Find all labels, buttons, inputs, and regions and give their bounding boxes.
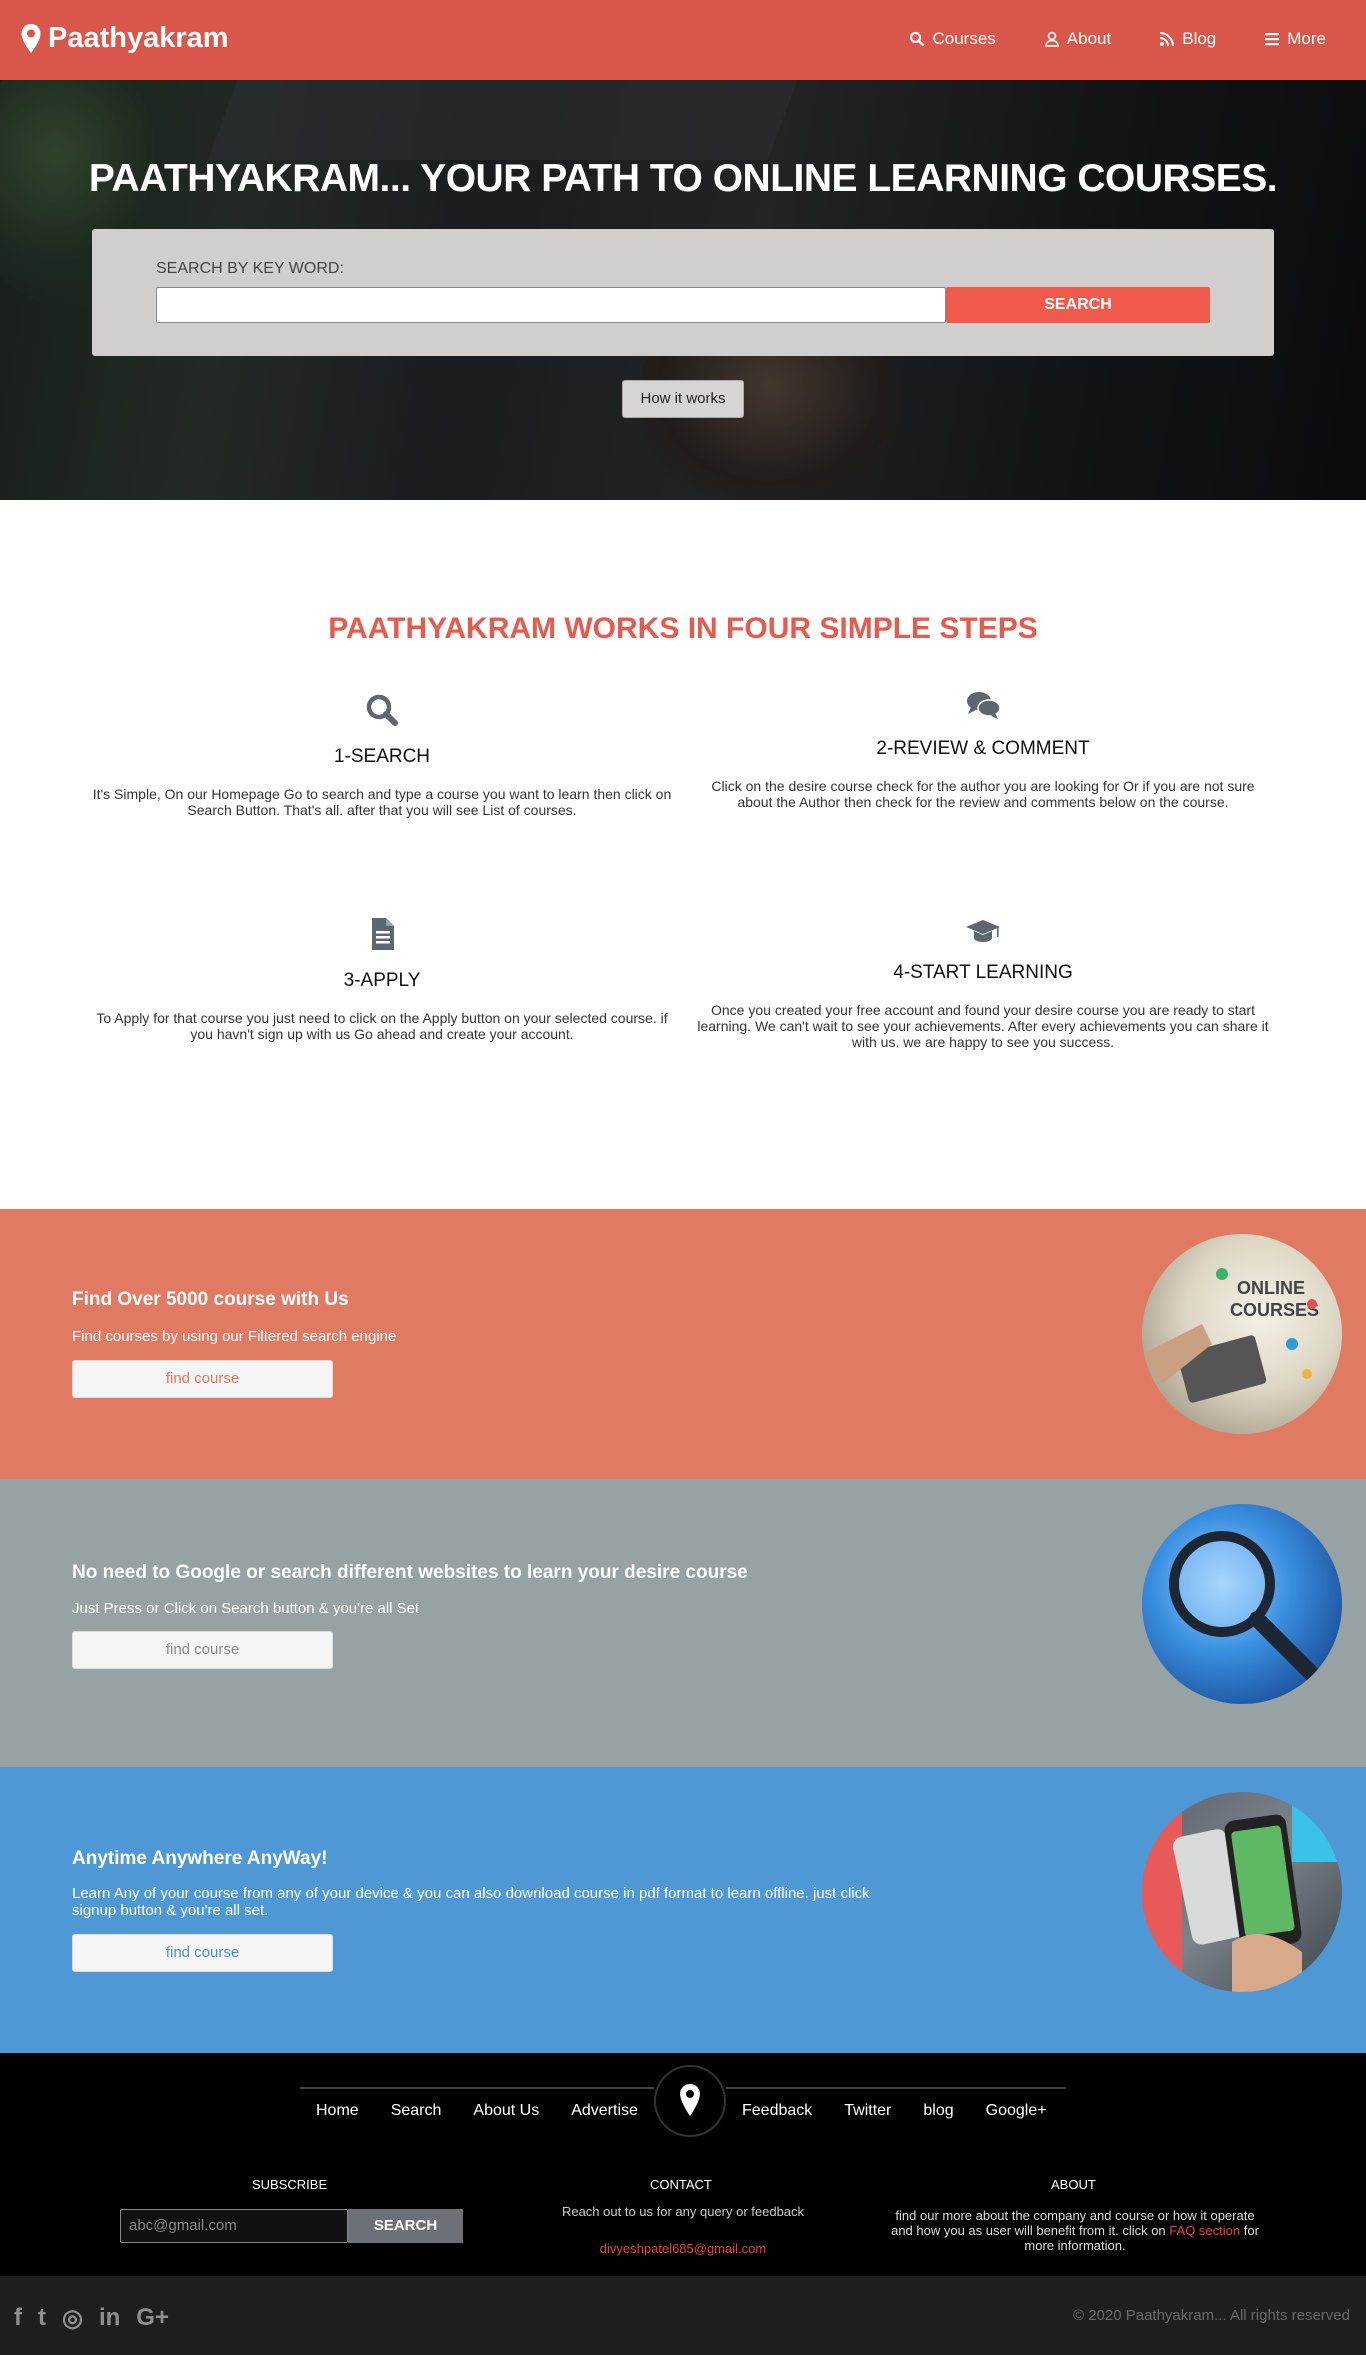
svg-text:COURSES: COURSES <box>1230 1300 1319 1320</box>
rss-icon <box>1160 32 1175 47</box>
nav-links: Courses About Blog More <box>909 29 1326 49</box>
step-title: 3-APPLY <box>343 970 421 991</box>
twitter-icon[interactable]: t <box>38 2304 46 2333</box>
search-icon <box>910 31 925 47</box>
search-icon <box>366 694 398 726</box>
contact-email-link[interactable]: divyeshpatel685@gmail.com <box>533 2241 833 2256</box>
subscribe-email-input[interactable]: abc@gmail.com <box>120 2209 348 2243</box>
promo-band-search: No need to Google or search different we… <box>0 1479 1366 1767</box>
step-text: Once you created your free account and f… <box>697 1002 1269 1050</box>
about-text: find our more about the company and cour… <box>891 2208 1259 2253</box>
subscribe-title: SUBSCRIBE <box>252 2177 328 2192</box>
map-pin-icon <box>680 2084 700 2117</box>
step-text: It's Simple, On our Homepage Go to searc… <box>92 786 672 818</box>
nav-courses-label: Courses <box>932 29 996 48</box>
footer-nav-left: Home Search About Us Advertise <box>300 2102 654 2120</box>
nav-courses[interactable]: Courses <box>909 29 996 49</box>
band-title: Anytime Anywhere AnyWay! <box>72 1848 328 1869</box>
copyright: © 2020 Paathyakram... All rights reserve… <box>1072 2307 1350 2324</box>
step-start-learning: 4-START LEARNING Once you created your f… <box>693 912 1273 1050</box>
social-links: f t ◎ in G+ <box>14 2304 169 2333</box>
step-review: 2-REVIEW & COMMENT Click on the desire c… <box>693 688 1273 810</box>
footer-link-blog[interactable]: blog <box>907 2102 969 2120</box>
band-text: Learn Any of your course from any of you… <box>72 1885 870 1919</box>
about-title: ABOUT <box>1051 2177 1096 2192</box>
navbar: Paathyakram Courses About Blog More <box>0 0 1366 80</box>
nav-about[interactable]: About <box>1044 29 1111 49</box>
search-label: SEARCH BY KEY WORD: <box>156 260 344 277</box>
find-course-button[interactable]: find course <box>72 1631 333 1669</box>
step-title: 2-REVIEW & COMMENT <box>876 738 1090 759</box>
step-search: 1-SEARCH It's Simple, On our Homepage Go… <box>92 692 672 818</box>
step-title: 4-START LEARNING <box>893 962 1073 983</box>
online-courses-image: ONLINE COURSES <box>1142 1234 1342 1434</box>
band-title: No need to Google or search different we… <box>72 1562 748 1583</box>
promo-band-courses: Find Over 5000 course with Us Find cours… <box>0 1209 1366 1479</box>
footer-nav-right: Feedback Twitter blog Google+ <box>726 2102 1063 2120</box>
linkedin-icon[interactable]: in <box>99 2304 120 2333</box>
brand-name: Paathyakram <box>48 22 229 54</box>
facebook-icon[interactable]: f <box>14 2304 22 2333</box>
nav-more[interactable]: More <box>1264 29 1326 49</box>
nav-blog-label: Blog <box>1182 29 1217 48</box>
search-button[interactable]: SEARCH <box>946 287 1210 323</box>
document-icon <box>372 918 394 950</box>
footer-link-twitter[interactable]: Twitter <box>828 2102 907 2120</box>
footer-link-advertise[interactable]: Advertise <box>555 2102 654 2120</box>
user-icon <box>1044 31 1059 47</box>
map-pin-icon <box>21 23 41 53</box>
footer-link-search[interactable]: Search <box>375 2102 458 2120</box>
menu-icon <box>1265 33 1280 46</box>
promo-band-anytime: Anytime Anywhere AnyWay! Learn Any of yo… <box>0 1767 1366 2053</box>
step-title: 1-SEARCH <box>333 746 431 767</box>
find-course-button[interactable]: find course <box>72 1360 333 1398</box>
step-text: Click on the desire course check for the… <box>711 778 1255 810</box>
footer: Home Search About Us Advertise Feedback … <box>0 2053 1366 2276</box>
contact-text: Reach out to us for any query or feedbac… <box>561 2204 805 2219</box>
hero-title: PAATHYAKRAM... YOUR PATH TO ONLINE LEARN… <box>88 157 1278 200</box>
steps-title: PAATHYAKRAM WORKS IN FOUR SIMPLE STEPS <box>328 612 1038 645</box>
instagram-icon[interactable]: ◎ <box>62 2304 83 2333</box>
step-apply: 3-APPLY To Apply for that course you jus… <box>92 916 672 1042</box>
google-plus-icon[interactable]: G+ <box>136 2304 169 2333</box>
hero-section: PAATHYAKRAM... YOUR PATH TO ONLINE LEARN… <box>0 80 1366 500</box>
footer-logo[interactable] <box>654 2065 726 2137</box>
how-it-works-button[interactable]: How it works <box>622 380 744 418</box>
footer-link-about-us[interactable]: About Us <box>457 2102 555 2120</box>
subscribe-button[interactable]: SEARCH <box>348 2209 463 2243</box>
svg-text:ONLINE: ONLINE <box>1237 1278 1305 1298</box>
comments-icon <box>967 692 1001 719</box>
faq-link[interactable]: FAQ section <box>1169 2223 1240 2238</box>
search-panel: SEARCH BY KEY WORD: SEARCH <box>92 229 1274 356</box>
nav-more-label: More <box>1287 29 1326 48</box>
contact-title: CONTACT <box>650 2177 712 2192</box>
band-text: Find courses by using our Filtered searc… <box>72 1328 397 1345</box>
smartphones-image <box>1142 1792 1342 1992</box>
footer-link-google-plus[interactable]: Google+ <box>970 2102 1063 2120</box>
brand-logo[interactable]: Paathyakram <box>20 22 229 55</box>
step-text: To Apply for that course you just need t… <box>96 1010 668 1042</box>
graduation-cap-icon <box>966 920 1000 942</box>
magnifier-image <box>1142 1504 1342 1704</box>
bottom-bar: f t ◎ in G+ © 2020 Paathyakram... All ri… <box>0 2276 1366 2355</box>
search-input[interactable] <box>156 287 946 323</box>
nav-about-label: About <box>1066 29 1112 48</box>
find-course-button[interactable]: find course <box>72 1934 333 1972</box>
band-text: Just Press or Click on Search button & y… <box>72 1600 420 1617</box>
footer-link-home[interactable]: Home <box>300 2102 375 2120</box>
band-title: Find Over 5000 course with Us <box>72 1289 349 1310</box>
footer-link-feedback[interactable]: Feedback <box>726 2102 828 2120</box>
nav-blog[interactable]: Blog <box>1159 29 1216 49</box>
